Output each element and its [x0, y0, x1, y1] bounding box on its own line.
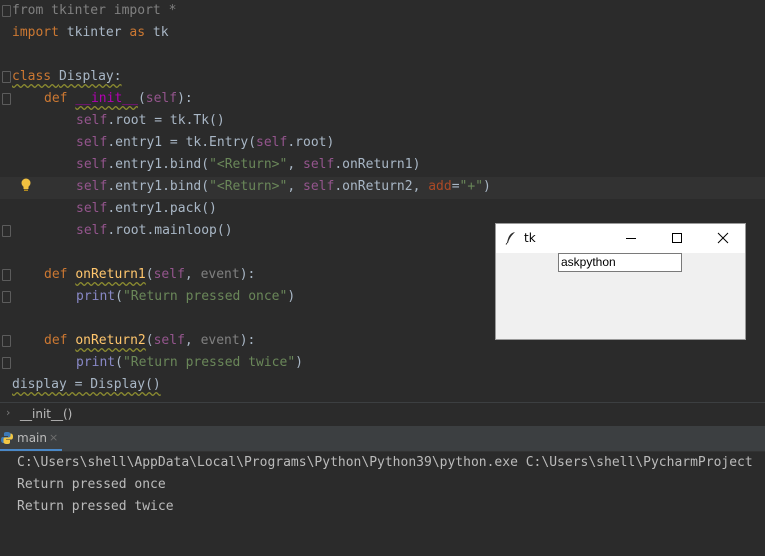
code-line-18: display = Display()	[12, 377, 161, 392]
maximize-icon	[672, 233, 682, 243]
close-icon	[717, 232, 729, 244]
fold-marker[interactable]	[2, 71, 11, 83]
code-line-17: print("Return pressed twice")	[76, 355, 303, 370]
code-line-11: self.root.mainloop()	[76, 223, 233, 238]
close-icon[interactable]: ×	[49, 431, 58, 444]
tk-entry-field[interactable]: askpython	[558, 253, 682, 272]
console-line: Return pressed once	[17, 477, 166, 492]
run-tab-main[interactable]: main ×	[0, 426, 62, 451]
chevron-right-icon: ›	[6, 406, 11, 419]
tk-window-titlebar[interactable]: tk	[496, 224, 745, 253]
code-line-1: from tkinter import *	[12, 3, 177, 18]
code-line-16: def onReturn2(self, event):	[44, 333, 256, 348]
tk-window: tk askpython	[495, 223, 746, 340]
fold-marker[interactable]	[2, 335, 11, 347]
close-button[interactable]	[700, 224, 746, 253]
run-console-output[interactable]: C:\Users\shell\AppData\Local\Programs\Py…	[0, 452, 765, 556]
code-line-5: def __init__(self):	[44, 91, 193, 106]
code-line-13: def onReturn1(self, event):	[44, 267, 256, 282]
fold-marker[interactable]	[2, 5, 11, 17]
code-line-9: self.entry1.bind("<Return>", self.onRetu…	[76, 179, 491, 194]
console-line: Return pressed twice	[17, 499, 174, 514]
lightbulb-icon[interactable]	[20, 178, 32, 192]
fold-marker[interactable]	[2, 291, 11, 303]
code-editor[interactable]: from tkinter import * import tkinter as …	[0, 0, 765, 402]
code-line-14: print("Return pressed once")	[76, 289, 296, 304]
code-line-10: self.entry1.pack()	[76, 201, 217, 216]
console-line: C:\Users\shell\AppData\Local\Programs\Py…	[17, 455, 753, 470]
code-line-8: self.entry1.bind("<Return>", self.onRetu…	[76, 157, 421, 172]
feather-icon	[505, 232, 515, 245]
fold-marker[interactable]	[2, 269, 11, 281]
code-line-7: self.entry1 = tk.Entry(self.root)	[76, 135, 335, 150]
code-line-4: class Display:	[12, 69, 122, 84]
run-tool-window-header: main ×	[0, 426, 765, 452]
fold-marker[interactable]	[2, 93, 11, 105]
code-line-6: self.root = tk.Tk()	[76, 113, 225, 128]
minimize-button[interactable]	[608, 224, 654, 253]
tk-window-title: tk	[524, 231, 536, 245]
maximize-button[interactable]	[654, 224, 700, 253]
breadcrumb-item[interactable]: __init__()	[20, 407, 72, 421]
code-line-2: import tkinter as tk	[12, 25, 169, 40]
fold-marker[interactable]	[2, 225, 11, 237]
python-icon	[1, 432, 13, 444]
run-tab-label: main	[17, 431, 47, 445]
minimize-icon	[626, 238, 636, 239]
fold-marker[interactable]	[2, 357, 11, 369]
breadcrumb: › __init__()	[0, 402, 765, 426]
